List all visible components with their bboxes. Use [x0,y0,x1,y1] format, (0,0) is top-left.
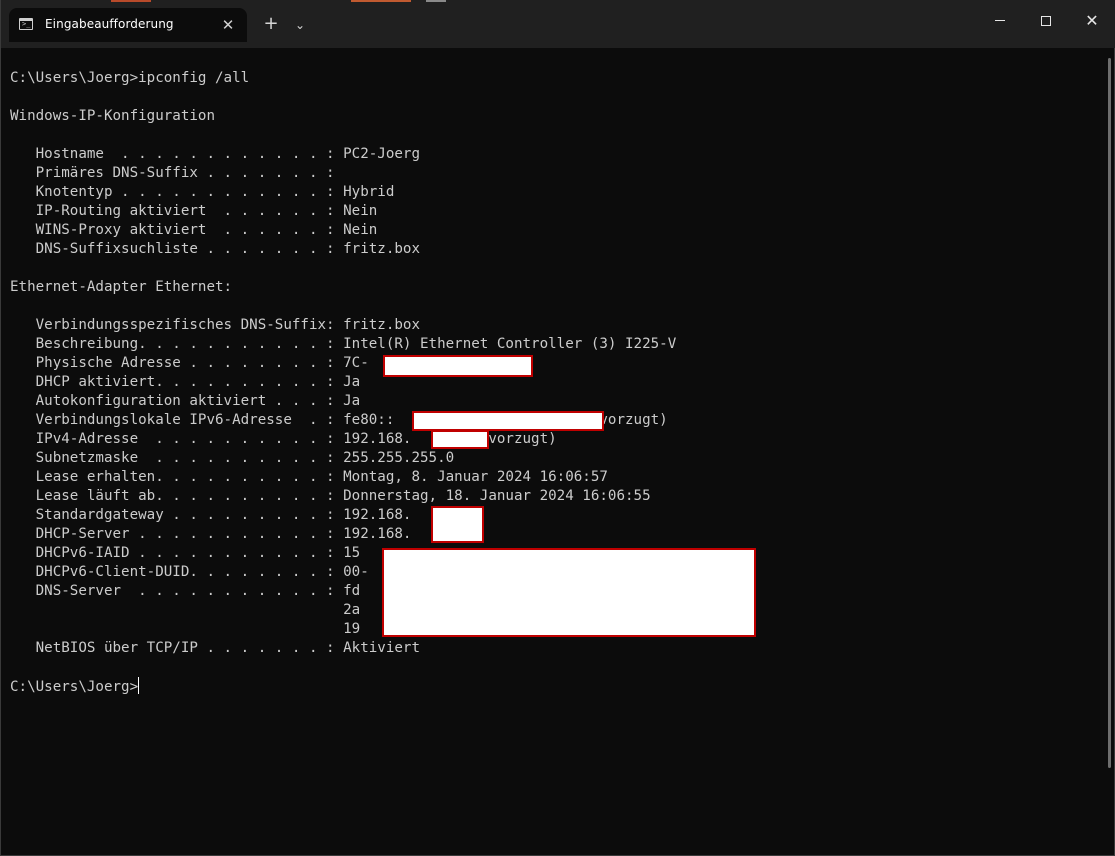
terminal-line: IP-Routing aktiviert . . . . . . : Nein [10,203,378,219]
title-bar[interactable]: >_ Eingabeaufforderung ✕ + ⌄ ✕ [1,0,1115,48]
terminal-line: Lease erhalten. . . . . . . . . . : Mont… [10,469,608,485]
redaction-box [383,355,533,377]
chevron-down-icon[interactable]: ⌄ [289,13,311,37]
background-sliver [111,0,151,2]
minimize-button[interactable] [977,0,1023,42]
terminal-line: NetBIOS über TCP/IP . . . . . . . : Akti… [10,640,420,656]
tab-command-prompt[interactable]: >_ Eingabeaufforderung ✕ [9,8,247,42]
terminal-line: Knotentyp . . . . . . . . . . . . : Hybr… [10,184,395,200]
redaction-box [431,430,489,449]
background-sliver [426,0,446,2]
terminal-line: Standardgateway . . . . . . . . . : 192.… [10,507,412,523]
console-icon: >_ [19,18,33,30]
terminal-line: Beschreibung. . . . . . . . . . . : Inte… [10,336,677,352]
maximize-button[interactable] [1023,0,1069,42]
close-icon[interactable]: ✕ [217,14,239,36]
terminal-line: C:\Users\Joerg>ipconfig /all [10,70,250,86]
plus-icon[interactable]: + [259,13,283,37]
terminal-line: Verbindungsspezifisches DNS-Suffix: frit… [10,317,420,333]
terminal-line: Physische Adresse . . . . . . . . : 7C- [10,355,369,371]
terminal-line: Autokonfiguration aktiviert . . . : Ja [10,393,361,409]
terminal-line: DHCP aktiviert. . . . . . . . . . : Ja [10,374,361,390]
terminal-output[interactable]: C:\Users\Joerg>ipconfig /all Windows-IP-K… [10,50,1100,850]
terminal-line: IPv4-Adresse . . . . . . . . . . : 192.1… [10,431,557,447]
redaction-box [431,506,484,543]
minimize-icon [995,20,1005,21]
tab-title: Eingabeaufforderung [45,17,174,31]
terminal-line: Primäres DNS-Suffix . . . . . . . : [10,165,335,181]
redaction-box [382,548,756,637]
terminal-line: Hostname . . . . . . . . . . . . : PC2-J… [10,146,420,162]
terminal-window: >_ Eingabeaufforderung ✕ + ⌄ ✕ C:\Users\… [0,0,1115,856]
redaction-box [412,411,604,431]
background-sliver [351,0,411,2]
prompt-line[interactable]: C:\Users\Joerg> [10,677,1100,696]
prompt-text: C:\Users\Joerg> [10,679,139,695]
text-cursor [138,677,140,694]
maximize-icon [1041,16,1051,26]
terminal-line: Ethernet-Adapter Ethernet: [10,279,233,295]
terminal-line: Windows-IP-Konfiguration [10,108,215,124]
terminal-line: Lease läuft ab. . . . . . . . . . : Donn… [10,488,651,504]
terminal-line: WINS-Proxy aktiviert . . . . . . : Nein [10,222,378,238]
scrollbar[interactable] [1108,58,1111,768]
terminal-line: DHCP-Server . . . . . . . . . . . : 192.… [10,526,412,542]
close-icon: ✕ [1085,11,1099,30]
close-button[interactable]: ✕ [1069,0,1115,42]
terminal-line: Subnetzmaske . . . . . . . . . . : 255.2… [10,450,455,466]
terminal-line: DNS-Suffixsuchliste . . . . . . . : frit… [10,241,420,257]
